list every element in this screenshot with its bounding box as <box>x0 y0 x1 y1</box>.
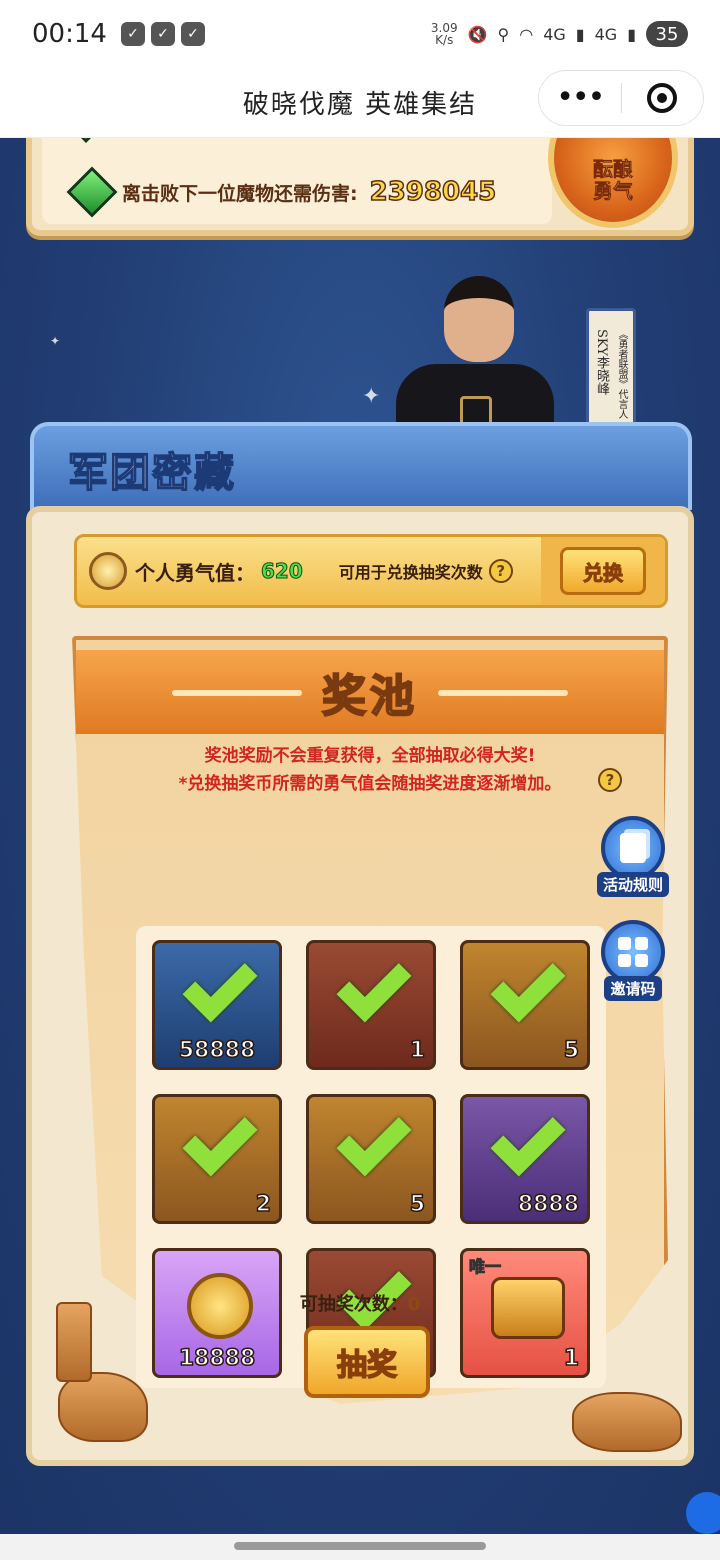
signal-label-1: 4G <box>543 24 566 44</box>
prize-count: 1 <box>409 1037 426 1064</box>
unique-tag: 唯一 <box>468 1257 502 1277</box>
claimed-check-icon <box>336 1101 412 1177</box>
draw-count: 可抽奖次数：0 <box>32 1290 688 1316</box>
prize-pool-desc-line-2: *兑换抽奖币所需的勇气值会随抽奖进度逐渐增加。 <box>178 774 562 794</box>
brew-courage-label: 酝酿勇气 <box>593 157 634 203</box>
wifi-icon: ◠ <box>519 24 534 44</box>
mute-icon: 🔇 <box>467 24 488 44</box>
prize-count: 5 <box>409 1191 426 1218</box>
exchange-area: 兑换 <box>541 537 665 605</box>
more-menu-button[interactable]: ••• <box>539 70 621 126</box>
chat-icon[interactable] <box>686 1492 720 1534</box>
status-time: 00:14 <box>32 19 107 49</box>
system-nav-bar <box>0 1534 720 1560</box>
close-button[interactable] <box>622 83 704 113</box>
status-indicators: 3.09 K/s 🔇 ⚲ ◠ 4G ▮ 4G ▮ 35 <box>431 21 688 47</box>
exchange-hint: 可用于兑换抽奖次数 <box>338 563 483 582</box>
app-notification-icon: ✓ <box>150 22 175 46</box>
location-icon: ⚲ <box>497 24 510 44</box>
draw-count-label: 可抽奖次数： <box>299 1294 408 1315</box>
prize-pool-help-icon[interactable]: ? <box>598 768 622 792</box>
prize-item[interactable]: 2 <box>152 1094 282 1224</box>
damage-remaining-label: 离击败下一位魔物还需伤害: <box>122 182 358 205</box>
grid-icon <box>618 937 648 967</box>
star-decoration: ✦ <box>50 334 61 348</box>
rules-label: 活动规则 <box>597 872 670 897</box>
claimed-check-icon <box>490 1101 566 1177</box>
header-ornament <box>438 690 568 696</box>
status-bar: 00:14 ✓ ✓ ✓ 3.09 K/s 🔇 ⚲ ◠ 4G ▮ 4G ▮ 35 <box>0 0 720 68</box>
close-target-icon <box>647 83 678 113</box>
page-title: 破晓伐魔 英雄集结 <box>242 90 478 120</box>
battery-icon: 35 <box>646 21 688 47</box>
courage-value: 620 <box>261 559 304 584</box>
speed-unit: K/s <box>435 33 454 47</box>
draw-button[interactable]: 抽奖 <box>304 1326 430 1398</box>
claimed-check-icon <box>182 947 258 1023</box>
prize-count: 5 <box>563 1037 580 1064</box>
gem-icon <box>66 166 118 218</box>
legion-treasure-header: 军团密藏 <box>30 422 692 510</box>
rules-icon-circle <box>601 816 665 880</box>
star-decoration: ✦ <box>362 384 381 409</box>
prize-item[interactable]: 1 <box>306 940 436 1070</box>
exchange-button[interactable]: 兑换 <box>560 547 646 595</box>
title-bar: 破晓伐魔 英雄集结 ••• <box>0 68 720 138</box>
prize-pool-description: 奖池奖励不会重复获得，全部抽取必得大奖! *兑换抽奖币所需的勇气值会随抽奖进度逐… <box>76 742 664 798</box>
prize-count: 58888 <box>178 1037 256 1064</box>
signal-label-2: 4G <box>594 24 618 44</box>
legion-treasure-panel: 个人勇气值： 620 可用于兑换抽奖次数 ? 兑换 奖池 奖池奖励不会重复获得，… <box>26 506 694 1466</box>
prize-item[interactable]: 5 <box>306 1094 436 1224</box>
info-row-2: 离击败下一位魔物还需伤害: 2398045 <box>66 166 497 218</box>
legion-treasure-title: 军团密藏 <box>67 449 236 497</box>
header-ornament <box>172 690 302 696</box>
prize-count: 8888 <box>517 1191 580 1218</box>
prize-pool-header: 奖池 <box>76 650 664 734</box>
invite-icon-circle <box>601 920 665 984</box>
courage-label: 个人勇气值： <box>135 560 255 585</box>
rules-button[interactable]: 活动规则 <box>597 816 670 897</box>
claimed-check-icon <box>490 947 566 1023</box>
mini-program-capsule: ••• <box>538 70 704 126</box>
courage-help-icon[interactable]: ? <box>488 559 513 583</box>
courage-coin-icon <box>89 552 127 590</box>
prize-count: 18888 <box>178 1345 256 1372</box>
rock-decoration <box>58 1372 148 1442</box>
notification-icons: ✓ ✓ ✓ <box>120 22 205 46</box>
app-notification-icon: ✓ <box>120 22 145 46</box>
prize-pool-title: 奖池 <box>321 670 418 723</box>
prize-count: 2 <box>255 1191 272 1218</box>
prize-count: 1 <box>563 1345 580 1372</box>
invite-code-label: 邀请码 <box>604 976 662 1001</box>
signal-icon: ▮ <box>627 24 636 44</box>
portrait-head <box>444 276 514 362</box>
claimed-check-icon <box>182 1101 258 1177</box>
damage-remaining-value: 2398045 <box>369 176 497 208</box>
signal-icon: ▮ <box>575 24 585 44</box>
app-notification-icon: ✓ <box>180 22 205 46</box>
game-content[interactable]: ✦ ✦ ✦ ✦ 离击败下一位魔物还需伤害: 2398045 酝酿勇气 《勇者联盟… <box>0 138 720 1534</box>
network-speed: 3.09 K/s <box>431 22 458 46</box>
prize-pool-desc-line-1: 奖池奖励不会重复获得，全部抽取必得大奖! <box>204 746 536 766</box>
claimed-check-icon <box>336 947 412 1023</box>
prize-item[interactable]: 58888 <box>152 940 282 1070</box>
rock-decoration <box>572 1392 682 1452</box>
prize-item[interactable]: 8888 <box>460 1094 590 1224</box>
invite-code-button[interactable]: 邀请码 <box>598 920 668 1001</box>
courage-bar: 个人勇气值： 620 可用于兑换抽奖次数 ? 兑换 <box>74 534 668 608</box>
prize-item[interactable]: 5 <box>460 940 590 1070</box>
draw-count-value: 0 <box>407 1294 421 1315</box>
document-icon <box>620 833 646 863</box>
damage-info-panel: 离击败下一位魔物还需伤害: 2398045 酝酿勇气 <box>26 138 694 236</box>
brew-courage-button[interactable]: 酝酿勇气 <box>548 138 678 228</box>
home-indicator[interactable] <box>234 1542 486 1550</box>
